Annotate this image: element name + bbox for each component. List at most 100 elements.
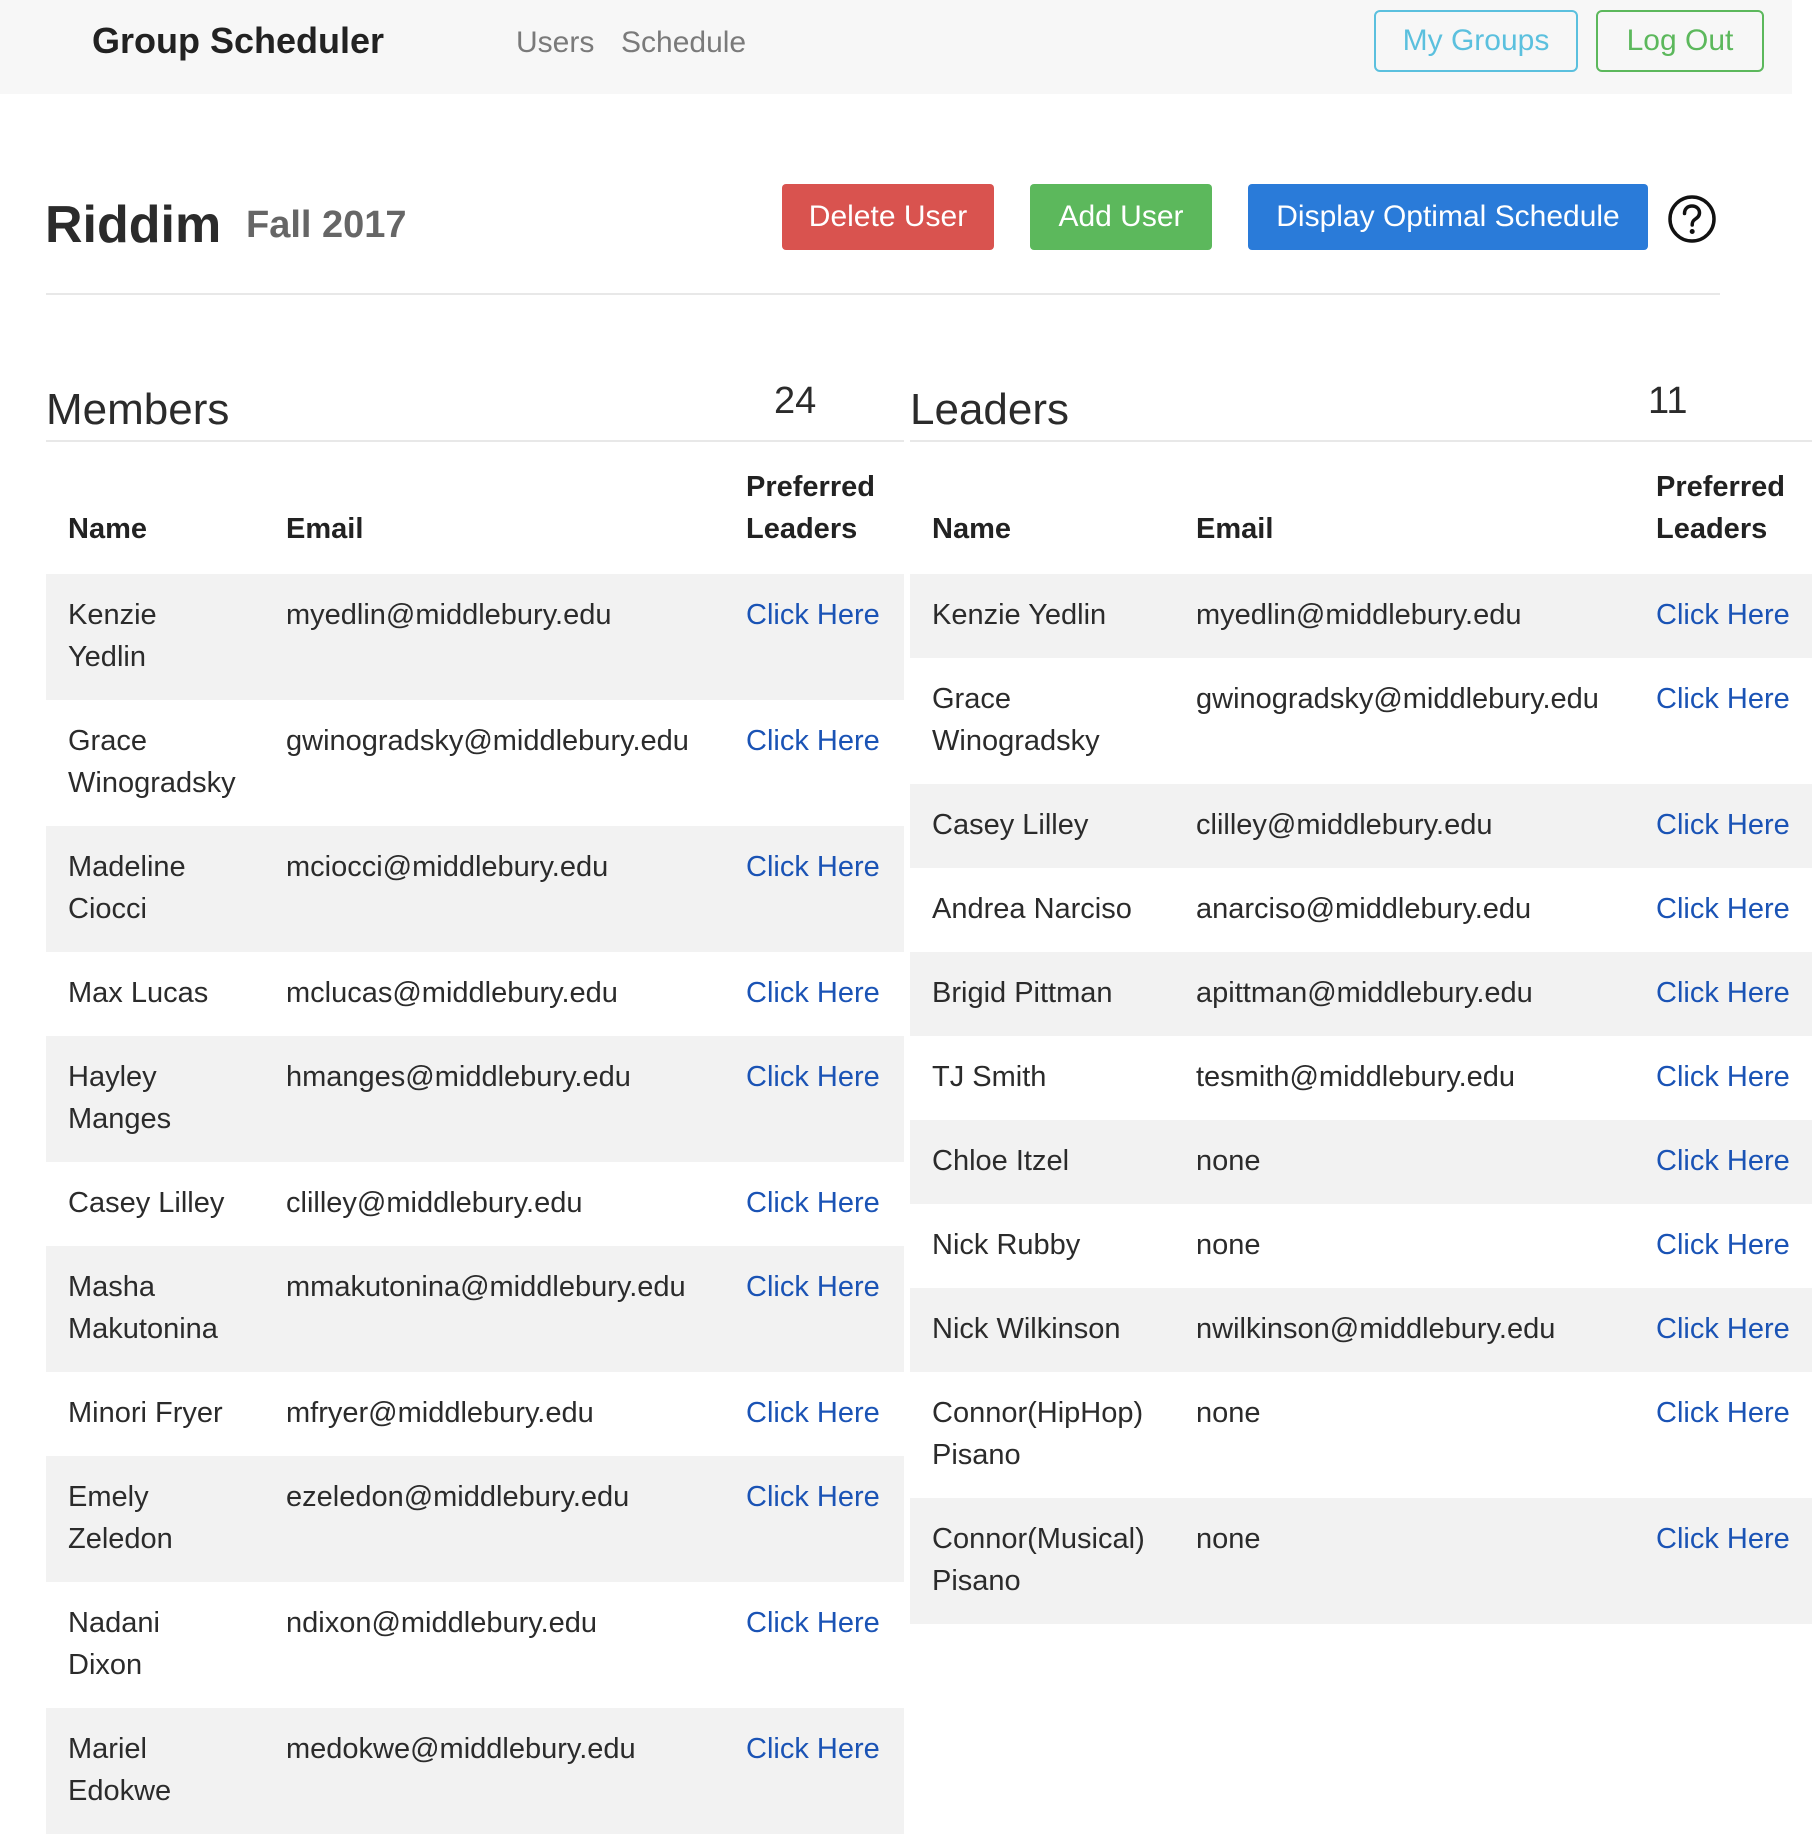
member-row: Kenzie Yedlin myedlin@middlebury.edu Click… <box>46 574 904 700</box>
member-email-cell: mclucas@middlebury.edu <box>286 977 618 1009</box>
member-cell: Click Here <box>724 952 904 1036</box>
member-name-cell: Hayley Manges <box>68 1061 172 1135</box>
leaders-table: Name Email Preferred Leaders Kenzie Yedl… <box>910 442 1812 1624</box>
member-email-cell: mmakutonina@middlebury.edu <box>286 1271 686 1303</box>
leader-cell: Click Here <box>1634 1120 1812 1204</box>
leader-name-cell: Nick Wilkinson <box>932 1313 1121 1345</box>
leaders-col-email: Email <box>1196 513 1274 545</box>
question-circle-icon[interactable] <box>1667 194 1717 244</box>
member-row: Masha Makutonina mmakutonina@middlebury.e… <box>46 1246 904 1372</box>
my-groups-button[interactable]: My Groups <box>1374 10 1578 72</box>
member-preferred-link[interactable]: Click Here <box>746 1733 880 1765</box>
leader-row: TJ Smith tesmith@middlebury.edu Click Here <box>910 1036 1812 1120</box>
member-email-cell: ndixon@middlebury.edu <box>286 1607 598 1639</box>
leader-name-cell: Nick Rubby <box>932 1229 1081 1261</box>
leader-preferred-link[interactable]: Click Here <box>1656 1061 1790 1093</box>
member-email-cell: ezeledon@middlebury.edu <box>286 1481 630 1513</box>
member-name-cell: Grace Winogradsky <box>68 725 236 799</box>
leader-preferred-link[interactable]: Click Here <box>1656 809 1790 841</box>
header-divider <box>46 293 1720 295</box>
member-preferred-link[interactable]: Click Here <box>746 1271 880 1303</box>
leaders-header: Leaders 11 <box>910 380 1812 442</box>
leader-cell: Click Here <box>1634 1288 1812 1372</box>
leader-name-cell: Connor(Musical) Pisano <box>932 1523 1145 1597</box>
leader-preferred-link[interactable]: Click Here <box>1656 1145 1790 1177</box>
nav-link-schedule[interactable]: Schedule <box>621 26 746 60</box>
member-preferred-link[interactable]: Click Here <box>746 599 880 631</box>
delete-user-button[interactable]: Delete User <box>782 184 994 250</box>
leader-row: Andrea Narciso anarciso@middlebury.edu Cli… <box>910 868 1812 952</box>
members-table: Name Email Preferred Leaders Kenzie Yedl… <box>46 442 904 1834</box>
leader-name-cell: Casey Lilley <box>932 809 1089 841</box>
leader-row: Casey Lilley clilley@middlebury.edu Click … <box>910 784 1812 868</box>
member-name-cell: Emely Zeledon <box>68 1481 173 1555</box>
leader-cell: Click Here <box>1634 1498 1812 1624</box>
member-preferred-link[interactable]: Click Here <box>746 1481 880 1513</box>
members-col-preferred: Preferred Leaders <box>746 471 875 545</box>
leader-email-cell: none <box>1196 1397 1261 1429</box>
member-name-cell: Minori Fryer <box>68 1397 223 1429</box>
member-preferred-link[interactable]: Click Here <box>746 1607 880 1639</box>
leader-preferred-link[interactable]: Click Here <box>1656 1397 1790 1429</box>
leader-preferred-link[interactable]: Click Here <box>1656 893 1790 925</box>
leader-email-cell: tesmith@middlebury.edu <box>1196 1061 1516 1093</box>
members-title: Members <box>46 385 230 434</box>
leader-preferred-link[interactable]: Click Here <box>1656 1523 1790 1555</box>
leader-preferred-link[interactable]: Click Here <box>1656 977 1790 1009</box>
leader-name-cell: TJ Smith <box>932 1061 1047 1093</box>
member-name-cell: Nadani Dixon <box>68 1607 160 1681</box>
member-cell: Click Here <box>724 1582 904 1708</box>
member-row: Grace Winogradsky gwinogradsky@middlebury… <box>46 700 904 826</box>
leader-preferred-link[interactable]: Click Here <box>1656 599 1790 631</box>
members-header: Members 24 <box>46 380 904 442</box>
logout-button[interactable]: Log Out <box>1596 10 1764 72</box>
member-row: Madeline Ciocci mciocci@middlebury.edu Cli… <box>46 826 904 952</box>
leader-email-cell: none <box>1196 1523 1261 1555</box>
member-cell: Click Here <box>724 1036 904 1162</box>
leaders-title: Leaders <box>910 385 1070 434</box>
add-user-button[interactable]: Add User <box>1030 184 1212 250</box>
leaders-col-name: Name <box>932 513 1011 545</box>
member-email-cell: mciocci@middlebury.edu <box>286 851 609 883</box>
member-name-cell: Masha Makutonina <box>68 1271 218 1345</box>
leader-cell: Click Here <box>1634 952 1812 1036</box>
member-preferred-link[interactable]: Click Here <box>746 725 880 757</box>
leader-cell: Click Here <box>1634 574 1812 658</box>
member-preferred-link[interactable]: Click Here <box>746 977 880 1009</box>
member-cell: Click Here <box>724 1372 904 1456</box>
leader-cell: Click Here <box>1634 1204 1812 1288</box>
member-name-cell: Mariel Edokwe <box>68 1733 172 1807</box>
leader-row: Brigid Pittman apittman@middlebury.edu Cli… <box>910 952 1812 1036</box>
member-email-cell: medokwe@middlebury.edu <box>286 1733 636 1765</box>
leader-preferred-link[interactable]: Click Here <box>1656 1313 1790 1345</box>
member-name-cell: Kenzie Yedlin <box>68 599 157 673</box>
leader-name-cell: Brigid Pittman <box>932 977 1113 1009</box>
members-col-name: Name <box>68 513 147 545</box>
nav-link-users[interactable]: Users <box>516 26 594 60</box>
leader-name-cell: Andrea Narciso <box>932 893 1132 925</box>
leader-email-cell: myedlin@middlebury.edu <box>1196 599 1522 631</box>
member-preferred-link[interactable]: Click Here <box>746 1187 880 1219</box>
leader-row: Chloe Itzel none Click Here <box>910 1120 1812 1204</box>
leader-row: Connor(Musical) Pisano none Click Here <box>910 1498 1812 1624</box>
leader-cell: Click Here <box>1634 1372 1812 1498</box>
member-preferred-link[interactable]: Click Here <box>746 1061 880 1093</box>
leader-row: Nick Rubby none Click Here <box>910 1204 1812 1288</box>
leader-cell: Click Here <box>1634 658 1812 784</box>
navbar: Group Scheduler Users Schedule My Groups… <box>0 0 1792 94</box>
leader-preferred-link[interactable]: Click Here <box>1656 1229 1790 1261</box>
member-preferred-link[interactable]: Click Here <box>746 851 880 883</box>
member-row: Max Lucas mclucas@middlebury.edu Click Her… <box>46 952 904 1036</box>
leader-row: Kenzie Yedlin myedlin@middlebury.edu Click… <box>910 574 1812 658</box>
display-optimal-schedule-button[interactable]: Display Optimal Schedule <box>1248 184 1648 250</box>
leaders-section: Leaders 11 Name Email Preferred Leaders … <box>910 380 1812 1624</box>
leader-preferred-link[interactable]: Click Here <box>1656 683 1790 715</box>
members-count: 24 <box>774 380 817 422</box>
member-preferred-link[interactable]: Click Here <box>746 1397 880 1429</box>
leader-row: Nick Wilkinson nwilkinson@middlebury.edu C… <box>910 1288 1812 1372</box>
leader-email-cell: nwilkinson@middlebury.edu <box>1196 1313 1556 1345</box>
member-cell: Click Here <box>724 700 904 826</box>
member-name-cell: Casey Lilley <box>68 1187 225 1219</box>
member-email-cell: hmanges@middlebury.edu <box>286 1061 631 1093</box>
brand-title[interactable]: Group Scheduler <box>92 20 384 62</box>
